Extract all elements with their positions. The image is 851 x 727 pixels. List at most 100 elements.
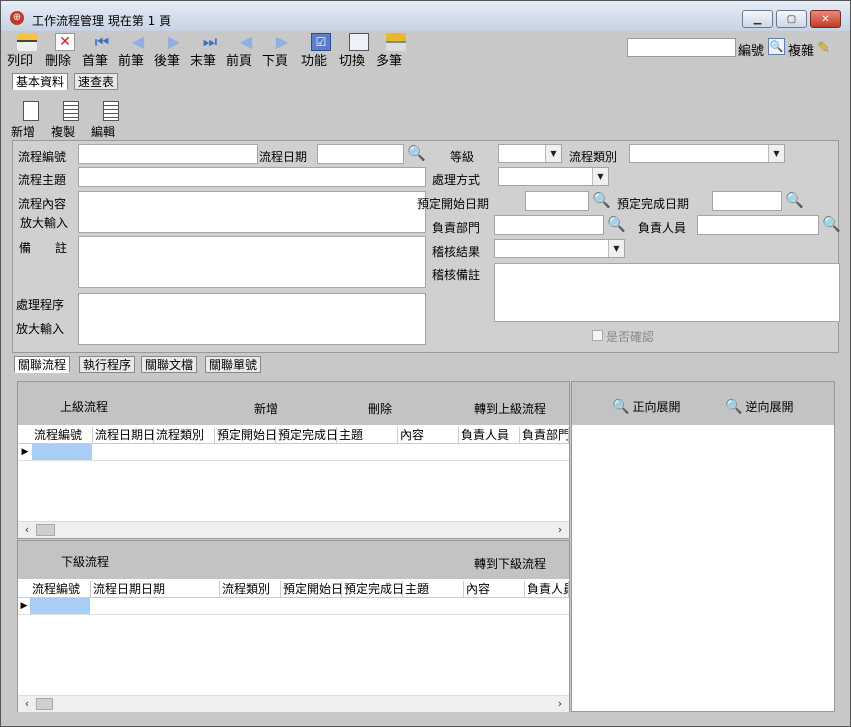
row-pointer-icon: ▶ — [21, 447, 29, 457]
expand-forward-button[interactable]: 🔍 正向展開 — [612, 398, 680, 415]
lower-horizontal-scrollbar[interactable]: ‹ › — [18, 695, 569, 712]
multi-record-button[interactable]: 多筆 — [376, 33, 416, 69]
scroll-right-icon[interactable]: › — [553, 696, 567, 712]
maximize-button[interactable]: ▢ — [776, 10, 807, 28]
column-header[interactable]: 主題 — [403, 581, 464, 597]
table-row[interactable]: ▶ — [18, 444, 569, 461]
column-header[interactable]: 流程類別 — [154, 427, 215, 443]
goto-upper-flow-button[interactable]: 轉到上級流程 — [474, 400, 546, 417]
scroll-thumb[interactable] — [36, 524, 55, 536]
flow-content-label: 流程內容 — [18, 197, 67, 211]
scroll-right-icon[interactable]: › — [553, 522, 567, 538]
resp-person-field[interactable] — [697, 215, 819, 235]
column-header[interactable]: 內容 — [398, 427, 459, 443]
scroll-left-icon[interactable]: ‹ — [20, 696, 34, 712]
flow-date-lookup-icon[interactable]: 🔍 — [407, 144, 426, 162]
tab-related-flows[interactable]: 關聯流程 — [14, 356, 71, 373]
edit-record-button[interactable]: 編輯 — [91, 101, 131, 139]
handling-method-label: 處理方式 — [432, 173, 481, 187]
expand-backward-button[interactable]: 🔍 逆向展開 — [725, 398, 793, 415]
column-header[interactable]: 預定完成日 — [276, 427, 337, 443]
resp-dept-field[interactable] — [494, 215, 604, 235]
column-header[interactable]: 負責人員 — [525, 581, 569, 597]
flow-no-field[interactable] — [78, 144, 258, 164]
column-header[interactable]: 流程日期日 — [93, 427, 154, 443]
minimize-button[interactable]: ▁ — [742, 10, 773, 28]
column-header[interactable]: 預定完成日 — [342, 581, 403, 597]
tab-related-orders[interactable]: 關聯單號 — [205, 356, 262, 373]
scroll-thumb[interactable] — [36, 698, 53, 710]
prev-record-button[interactable]: ◀ 前筆 — [118, 33, 158, 70]
column-header[interactable]: 主題 — [337, 427, 398, 443]
grade-label: 等級 — [450, 150, 475, 164]
goto-lower-flow-button[interactable]: 轉到下級流程 — [474, 555, 546, 572]
process-seq-enlarge-label[interactable]: 放大輸入 — [16, 320, 64, 337]
tab-basic-info[interactable]: 基本資料 — [12, 73, 69, 90]
add-record-button[interactable]: 新增 — [11, 101, 51, 139]
table-row[interactable]: ▶ — [18, 598, 569, 615]
column-header[interactable]: 流程編號 — [30, 581, 91, 597]
upper-grid-header: 流程編號 流程日期日 流程類別 預定開始日 預定完成日 主題 內容 負責人員 負… — [18, 427, 569, 444]
upper-add-button[interactable]: 新增 — [254, 400, 278, 417]
planned-finish-lookup-icon[interactable]: 🔍 — [785, 191, 804, 209]
remarks-field[interactable] — [78, 236, 426, 288]
column-header[interactable]: 流程編號 — [32, 427, 93, 443]
last-record-button[interactable]: ⏭ 末筆 — [190, 33, 230, 70]
close-button[interactable]: ✕ — [810, 10, 841, 28]
delete-button[interactable]: ✕ 刪除 — [45, 33, 85, 69]
process-seq-field[interactable] — [78, 293, 426, 345]
print-button[interactable]: 列印 — [7, 33, 47, 69]
flow-content-enlarge-label[interactable]: 放大輸入 — [20, 214, 68, 231]
function-icon: ☑ — [311, 33, 331, 51]
flow-content-field[interactable] — [78, 191, 426, 233]
selected-cell[interactable] — [32, 444, 92, 460]
first-record-button[interactable]: ⏮ 首筆 — [82, 33, 122, 70]
upper-horizontal-scrollbar[interactable]: ‹ › — [18, 521, 569, 538]
flow-type-select[interactable] — [629, 144, 785, 163]
next-page-button[interactable]: ▶ 下頁 — [262, 32, 302, 70]
flow-date-field[interactable] — [317, 144, 404, 164]
flow-subject-field[interactable] — [78, 167, 426, 187]
copy-record-button[interactable]: 複製 — [51, 101, 91, 139]
confirmed-label: 是否確認 — [606, 330, 655, 344]
magnifier-icon: 🔍 — [612, 399, 630, 415]
tab-execution-steps[interactable]: 執行程序 — [79, 356, 136, 373]
complex-search-icon[interactable]: ✎ — [817, 38, 837, 58]
function-button[interactable]: ☑ 功能 — [301, 33, 341, 69]
confirmed-checkbox[interactable] — [592, 330, 603, 341]
resp-dept-lookup-icon[interactable]: 🔍 — [607, 215, 626, 233]
column-header[interactable]: 預定開始日 — [215, 427, 276, 443]
handling-method-select[interactable] — [498, 167, 609, 186]
next-record-button[interactable]: ▶ 後筆 — [154, 33, 194, 70]
upper-delete-button[interactable]: 刪除 — [368, 400, 392, 417]
row-pointer-icon: ▶ — [20, 601, 28, 611]
next-page-icon: ▶ — [275, 32, 289, 51]
resp-person-lookup-icon[interactable]: 🔍 — [822, 215, 841, 233]
switch-button[interactable]: 切換 — [339, 33, 379, 69]
planned-start-field[interactable] — [525, 191, 589, 211]
scroll-left-icon[interactable]: ‹ — [20, 522, 34, 538]
title-bar: ⊕ 工作流程管理 現在第 1 頁 ▁ ▢ ✕ — [1, 1, 850, 31]
column-header[interactable]: 流程日期日期 — [91, 581, 220, 597]
selected-cell[interactable] — [30, 598, 90, 614]
column-header[interactable]: 內容 — [464, 581, 525, 597]
column-header[interactable]: 負責部門 — [520, 427, 569, 443]
switch-windows-icon — [349, 33, 369, 51]
upper-flow-panel: 上級流程 新增 刪除 轉到上級流程 流程編號 流程日期日 流程類別 預定開始日 … — [17, 381, 570, 539]
column-header[interactable]: 預定開始日 — [281, 581, 342, 597]
audit-note-field[interactable] — [494, 263, 840, 322]
tab-quick-lookup[interactable]: 速查表 — [74, 73, 119, 90]
copy-document-icon — [63, 101, 79, 121]
prev-page-button[interactable]: ◀ 前頁 — [226, 33, 266, 70]
planned-start-lookup-icon[interactable]: 🔍 — [592, 191, 611, 209]
column-header[interactable]: 負責人員 — [459, 427, 520, 443]
grade-select[interactable] — [498, 144, 562, 163]
tab-related-docs[interactable]: 關聯文檔 — [141, 356, 198, 373]
audit-result-select[interactable] — [494, 239, 625, 258]
column-header[interactable]: 流程類別 — [220, 581, 281, 597]
multi-printer-icon — [386, 33, 406, 51]
search-icon[interactable]: 🔍 — [768, 38, 785, 55]
search-input[interactable] — [627, 38, 736, 57]
app-logo-icon: ⊕ — [10, 11, 24, 25]
planned-finish-field[interactable] — [712, 191, 782, 211]
